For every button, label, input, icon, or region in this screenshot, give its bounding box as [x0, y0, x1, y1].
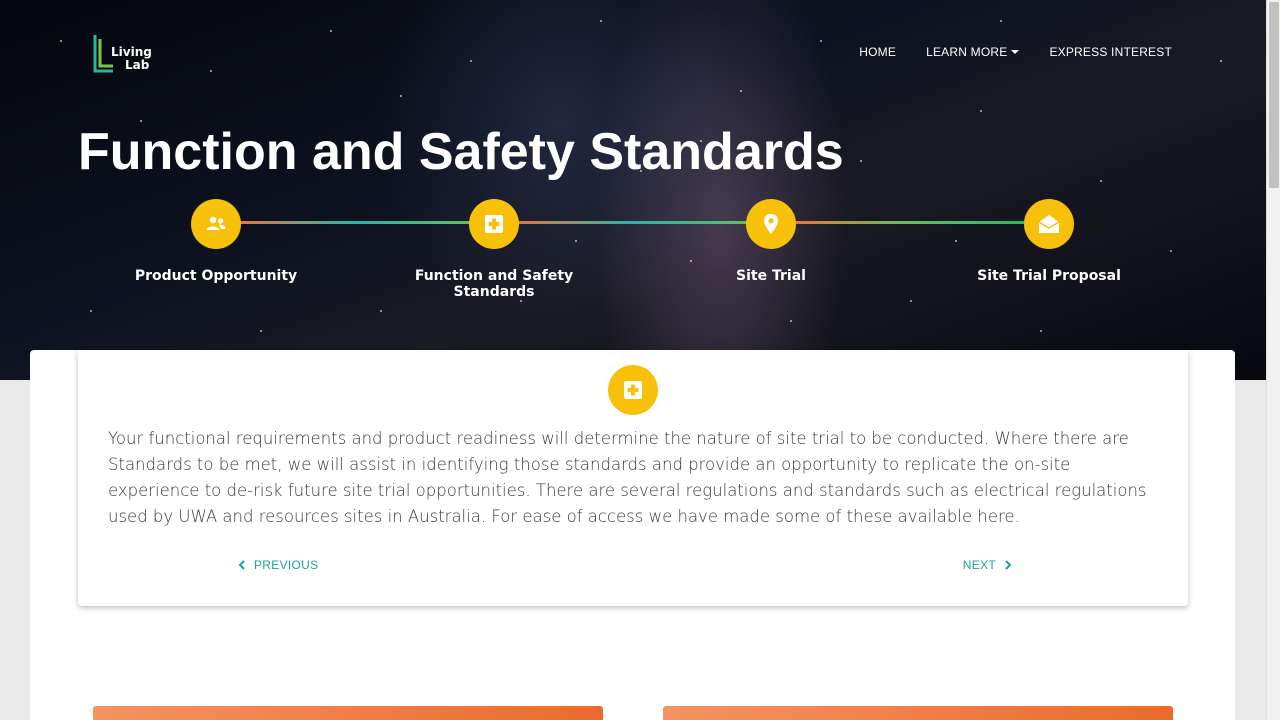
step-function-safety[interactable]: Function and Safety Standards: [384, 199, 604, 300]
main-nav: HOME LEARN MORE EXPRESS INTEREST: [859, 45, 1172, 59]
step-site-trial[interactable]: Site Trial: [661, 199, 881, 284]
step-icon-circle: [469, 199, 519, 249]
logo-text: Living Lab: [111, 46, 152, 72]
scrollbar-thumb[interactable]: [1269, 2, 1279, 188]
page-scrollbar[interactable]: [1266, 0, 1280, 720]
previous-button[interactable]: PREVIOUS: [238, 558, 318, 572]
chevron-left-icon: [238, 560, 245, 570]
nav-learn-more[interactable]: LEARN MORE: [926, 45, 1020, 59]
step-label: Site Trial Proposal: [977, 268, 1121, 284]
card-body-text: Your functional requirements and product…: [108, 429, 1147, 526]
step-label: Site Trial: [736, 268, 806, 284]
step-product-opportunity[interactable]: Product Opportunity: [106, 199, 326, 284]
medical-plus-icon: [485, 215, 503, 233]
users-icon: [206, 216, 226, 230]
card-icon-circle: [608, 365, 658, 415]
step-label: Function and Safety Standards: [414, 268, 574, 300]
page-title: Function and Safety Standards: [78, 123, 844, 181]
feature-panel: [93, 706, 603, 720]
step-label: Product Opportunity: [134, 268, 298, 284]
next-label: NEXT: [962, 558, 996, 572]
step-icon-circle: [191, 199, 241, 249]
caret-down-icon: [1011, 50, 1020, 54]
previous-label: PREVIOUS: [254, 558, 319, 572]
next-button[interactable]: NEXT: [963, 558, 1012, 572]
step-site-trial-proposal[interactable]: Site Trial Proposal: [939, 199, 1159, 284]
chevron-right-icon: [1005, 560, 1012, 570]
hero-banner: Living Lab HOME LEARN MORE EXPRESS INTER…: [0, 0, 1266, 380]
envelope-open-icon: [1038, 215, 1060, 233]
nav-home[interactable]: HOME: [859, 45, 896, 59]
nav-express-interest[interactable]: EXPRESS INTEREST: [1049, 45, 1172, 59]
content-card: Your functional requirements and product…: [78, 350, 1188, 606]
map-pin-icon: [764, 214, 778, 234]
step-icon-circle: [1024, 199, 1074, 249]
living-lab-logo[interactable]: Living Lab: [93, 33, 163, 75]
feature-panel: [663, 706, 1173, 720]
step-icon-circle: [746, 199, 796, 249]
medical-plus-icon: [624, 381, 642, 399]
logo-line-2: Lab: [125, 58, 150, 72]
nav-learn-more-label: LEARN MORE: [926, 45, 1008, 59]
